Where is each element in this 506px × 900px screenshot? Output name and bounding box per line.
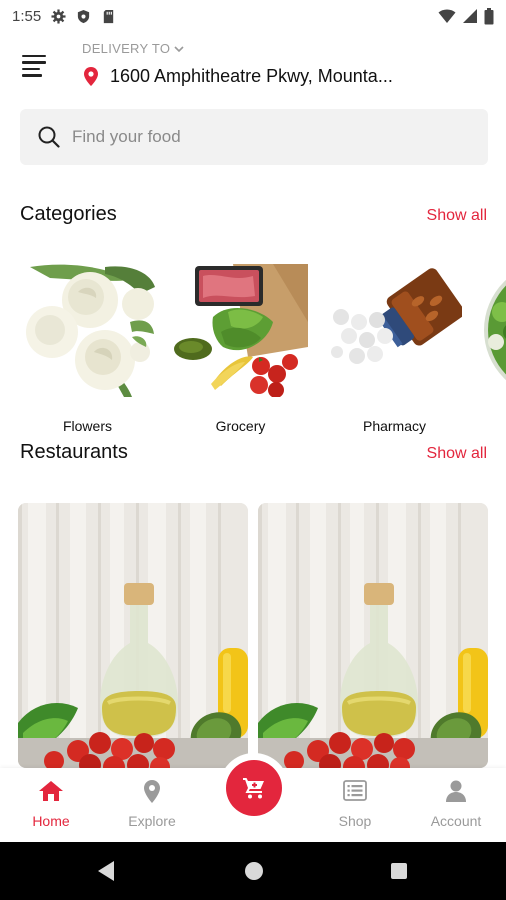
person-icon [446, 780, 466, 802]
delivery-label: DELIVERY TO [82, 41, 171, 56]
restaurant-card[interactable] [18, 503, 248, 768]
hamburger-line [22, 67, 40, 71]
nav-label: Explore [128, 813, 176, 829]
olive-oil-vegetables-photo [18, 503, 248, 768]
category-pharmacy[interactable]: Pharmacy [327, 262, 462, 437]
nav-explore[interactable]: Explore [112, 778, 192, 829]
delivery-selector[interactable]: DELIVERY TO [82, 41, 184, 56]
cart-icon [243, 778, 264, 799]
restaurants-list[interactable] [18, 503, 506, 768]
wifi-icon [438, 9, 456, 23]
status-right [438, 7, 494, 25]
sd-card-icon [104, 9, 114, 23]
recents-icon[interactable] [390, 862, 408, 880]
salad-bowl-photo [484, 279, 506, 381]
olive-oil-vegetables-photo [258, 503, 488, 768]
nav-account[interactable]: Account [416, 778, 496, 829]
menu-button[interactable] [22, 55, 46, 77]
home-circle-icon[interactable] [244, 861, 264, 881]
status-left: 1:55 [12, 8, 116, 25]
category-label: Flowers [62, 418, 112, 434]
pills-bottle-photo [331, 268, 462, 364]
categories-carousel[interactable]: Flowers Grocery Pharmacy [0, 262, 506, 437]
hamburger-menu-icon [22, 55, 46, 58]
restaurant-card[interactable] [258, 503, 488, 768]
back-icon[interactable] [96, 860, 116, 882]
restaurants-title: Restaurants [20, 441, 128, 463]
white-roses-photo [26, 264, 155, 397]
system-navigation-bar [0, 842, 506, 900]
address-row[interactable]: 1600 Amphitheatre Pkwy, Mounta... [84, 66, 393, 87]
battery-icon [484, 7, 494, 24]
location-pin-icon [84, 67, 98, 86]
categories-title: Categories [20, 203, 117, 225]
gear-icon [51, 8, 66, 24]
signal-icon [463, 9, 477, 23]
location-pin-icon [144, 780, 160, 803]
status-bar: 1:55 [0, 0, 506, 32]
cart-button[interactable] [226, 760, 282, 816]
category-partial[interactable] [482, 262, 506, 437]
shield-icon [78, 9, 90, 23]
search-input[interactable] [72, 127, 452, 147]
chevron-down-icon [174, 45, 184, 52]
delivery-address: 1600 Amphitheatre Pkwy, Mounta... [110, 66, 393, 86]
category-label: Pharmacy [362, 418, 427, 434]
home-icon [39, 781, 63, 801]
hamburger-line [22, 61, 46, 64]
categories-show-all-link[interactable]: Show all [427, 207, 487, 225]
nav-label: Shop [338, 813, 372, 829]
search-bar[interactable] [20, 109, 488, 165]
grocery-bag-photo [174, 264, 308, 397]
nav-shop[interactable]: Shop [315, 778, 395, 829]
nav-home[interactable]: Home [11, 778, 91, 829]
hamburger-line [22, 74, 42, 77]
nav-label: Account [430, 813, 482, 829]
category-flowers[interactable]: Flowers [20, 262, 155, 437]
category-label: Grocery [215, 418, 266, 434]
list-icon [343, 780, 367, 801]
restaurants-show-all-link[interactable]: Show all [427, 445, 487, 463]
category-grocery[interactable]: Grocery [173, 262, 308, 437]
search-icon [38, 126, 60, 148]
status-time: 1:55 [12, 7, 42, 25]
nav-label: Home [32, 813, 70, 829]
